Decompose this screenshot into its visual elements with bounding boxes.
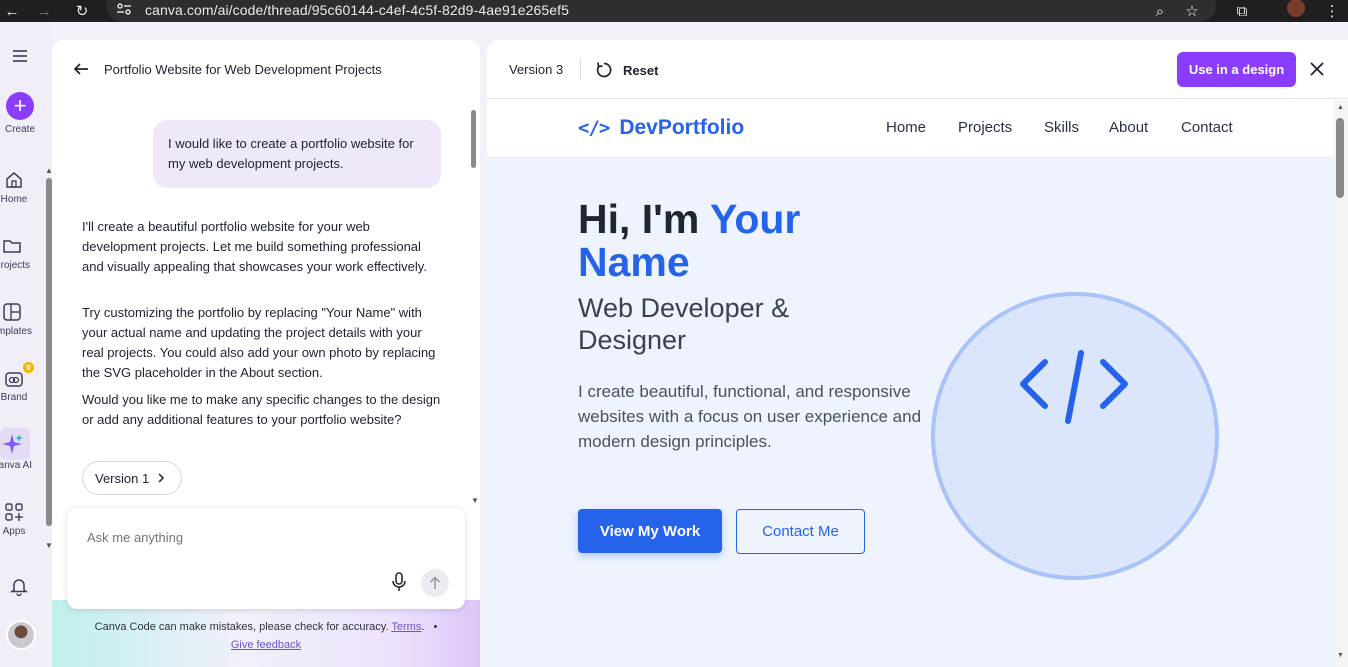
code-brackets-icon: </>	[578, 117, 610, 139]
folder-icon	[3, 240, 21, 253]
hero-title-prefix: Hi, I'm	[578, 196, 711, 242]
reset-label: Reset	[623, 62, 659, 78]
browser-toolbar: ← → ↻ canva.com/ai/code/thread/95c60144-…	[0, 0, 1348, 22]
plus-icon: +	[6, 92, 34, 120]
reset-button[interactable]: Reset	[595, 58, 658, 82]
reload-icon[interactable]: ↻	[72, 0, 92, 22]
view-my-work-button[interactable]: View My Work	[578, 509, 722, 553]
rail-home[interactable]: Home	[0, 170, 34, 205]
reset-icon	[596, 62, 612, 78]
version-label[interactable]: Version 3	[509, 62, 563, 77]
home-icon	[6, 172, 22, 188]
chat-header: Portfolio Website for Web Development Pr…	[52, 40, 480, 98]
microphone-icon[interactable]	[391, 572, 407, 592]
ai-message-2: Try customizing the portfolio by replaci…	[82, 305, 436, 380]
forward-icon[interactable]: →	[34, 0, 54, 22]
ai-message-3: Would you like me to make any specific c…	[82, 392, 441, 427]
chat-input[interactable]	[87, 530, 387, 545]
use-in-design-button[interactable]: Use in a design	[1177, 52, 1296, 87]
nav-contact-link[interactable]: Contact	[1181, 119, 1233, 136]
nav-projects-link[interactable]: Projects	[958, 119, 1012, 136]
apps-icon	[5, 503, 23, 521]
nav-home-link[interactable]: Home	[886, 119, 926, 136]
bullet-separator: •	[433, 621, 438, 633]
left-rail: + Create Home Projects Templates ♛ Brand…	[0, 22, 52, 667]
hero-subtitle: Web Developer & Designer	[578, 293, 790, 355]
chat-scrollbar-thumb[interactable]	[471, 110, 476, 168]
version-chip-button[interactable]: Version 1	[82, 461, 182, 495]
chat-input-box[interactable]	[67, 508, 465, 609]
chat-panel: Portfolio Website for Web Development Pr…	[52, 40, 480, 667]
preview-scroll-down-icon[interactable]: ▼	[1337, 652, 1344, 659]
rail-canva-ai[interactable]: Canva AI	[0, 428, 32, 471]
nav-skills-link[interactable]: Skills	[1044, 119, 1079, 136]
preview-scrollbar-thumb[interactable]	[1336, 118, 1344, 198]
hero-description: I create beautiful, functional, and resp…	[578, 382, 922, 451]
chat-scroll-down-icon[interactable]: ▼	[471, 496, 479, 505]
close-icon[interactable]	[1309, 61, 1325, 77]
sparkle-icon	[2, 434, 23, 454]
website-preview: </> DevPortfolio Home Projects Skills Ab…	[487, 100, 1333, 667]
crown-badge-icon: ♛	[23, 362, 34, 373]
menu-icon[interactable]	[10, 48, 30, 69]
notifications-bell-icon[interactable]	[9, 576, 29, 601]
version-chip-label: Version 1	[95, 470, 150, 486]
nav-about-link[interactable]: About	[1109, 119, 1148, 136]
back-icon[interactable]: ←	[2, 0, 22, 22]
contact-me-button[interactable]: Contact Me	[736, 509, 865, 554]
preview-toolbar: Version 3 Reset Use in a design	[487, 40, 1348, 99]
preview-panel: Version 3 Reset Use in a design </> DevP…	[487, 40, 1348, 667]
rail-create-button[interactable]: + Create	[0, 92, 40, 135]
brand-icon	[5, 372, 23, 387]
give-feedback-link[interactable]: Give feedback	[231, 639, 301, 651]
site-info-icon[interactable]	[116, 2, 132, 16]
user-message-bubble: I would like to create a portfolio websi…	[153, 120, 441, 188]
rail-projects[interactable]: Projects	[0, 236, 32, 271]
zoom-icon[interactable]: ⌕	[1150, 0, 1170, 22]
code-illustration-icon	[1020, 350, 1128, 424]
chat-title: Portfolio Website for Web Development Pr…	[104, 62, 382, 77]
logo-text: DevPortfolio	[619, 116, 745, 139]
browser-menu-icon[interactable]: ⋮	[1324, 0, 1340, 22]
disclaimer: Canva Code can make mistakes, please che…	[94, 621, 438, 651]
hero-title: Hi, I'm Your Name	[578, 198, 908, 284]
back-arrow-icon[interactable]	[72, 60, 90, 78]
site-navbar: </> DevPortfolio Home Projects Skills Ab…	[487, 100, 1333, 158]
arrow-up-icon	[429, 576, 441, 589]
url-text[interactable]: canva.com/ai/code/thread/95c60144-c4ef-4…	[145, 2, 569, 18]
user-avatar[interactable]	[6, 620, 36, 650]
site-logo[interactable]: </> DevPortfolio	[578, 116, 744, 140]
rail-apps[interactable]: Apps	[0, 502, 34, 537]
profile-avatar-icon[interactable]	[1286, 0, 1306, 22]
chevron-right-icon	[158, 473, 165, 483]
hero-illustration-circle	[931, 292, 1219, 580]
terms-link[interactable]: Terms	[391, 621, 421, 633]
toolbar-divider	[580, 58, 581, 80]
extensions-icon[interactable]: ⧉	[1232, 0, 1252, 22]
rail-templates[interactable]: Templates	[0, 302, 32, 337]
bookmark-star-icon[interactable]: ☆	[1182, 0, 1202, 22]
send-button[interactable]	[421, 569, 449, 597]
templates-icon	[3, 303, 21, 321]
disclaimer-text: Canva Code can make mistakes, please che…	[94, 621, 389, 633]
ai-message-1: I'll create a beautiful portfolio websit…	[82, 219, 427, 274]
preview-scroll-up-icon[interactable]: ▲	[1337, 104, 1344, 111]
rail-brand[interactable]: ♛ Brand	[0, 362, 34, 403]
